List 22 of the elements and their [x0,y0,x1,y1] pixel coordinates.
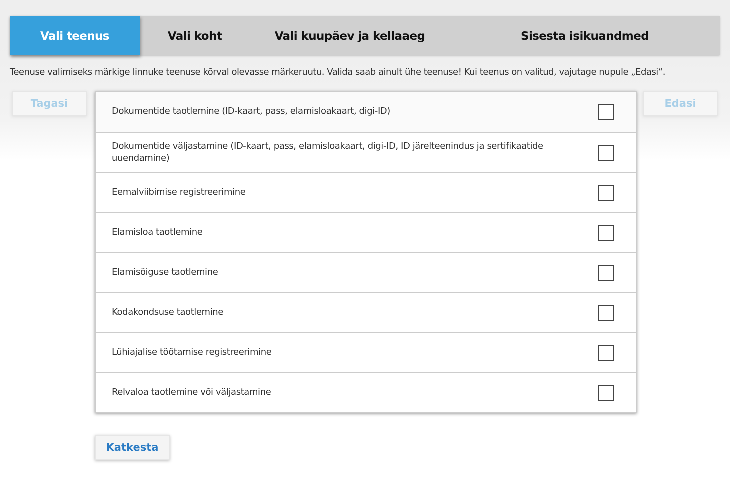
service-label: Dokumentide väljastamine (ID-kaart, pass, elamisloakaart, digi-ID, ID järelteenindus ja sertifikaatide uuendamine) [112,140,544,164]
checkbox[interactable] [598,304,614,320]
checkbox[interactable] [598,144,614,160]
checkbox[interactable] [598,264,614,280]
service-label: Eemalviibimise registreerimine [112,186,246,198]
checkbox[interactable] [598,184,614,200]
service-label: Elamisõiguse taotlemine [112,266,218,278]
checkbox[interactable] [598,384,614,400]
step-tab[interactable]: Vali koht [140,16,250,55]
service-label: Kodakondsuse taotlemine [112,306,224,318]
service-label: Elamisloa taotlemine [112,226,203,238]
service-label: Dokumentide taotlemine (ID-kaart, pass, elamisloakaart, digi-ID) [112,106,390,118]
step-tab[interactable]: Sisesta isikuandmed [450,16,720,55]
service-label: Relvaloa taotlemine või väljastamine [112,386,272,398]
instruction-text: Teenuse valimiseks märkige linnuke teenuse kõrval olevasse märkeruutu. Valida saab ainult ühe teenuse! Kui teenus on valitud, vajutage nupule „Edasi“. [10,67,666,78]
service-label: Lühiajalise töötamise registreerimine [112,346,272,358]
cancel-button[interactable]: Katkesta [95,435,170,460]
checkbox[interactable] [598,224,614,240]
step-tab[interactable]: Vali teenus [10,16,140,55]
checkbox[interactable] [598,104,614,120]
step-tab[interactable]: Vali kuupäev ja kellaaeg [250,16,450,55]
checkbox[interactable] [598,344,614,360]
